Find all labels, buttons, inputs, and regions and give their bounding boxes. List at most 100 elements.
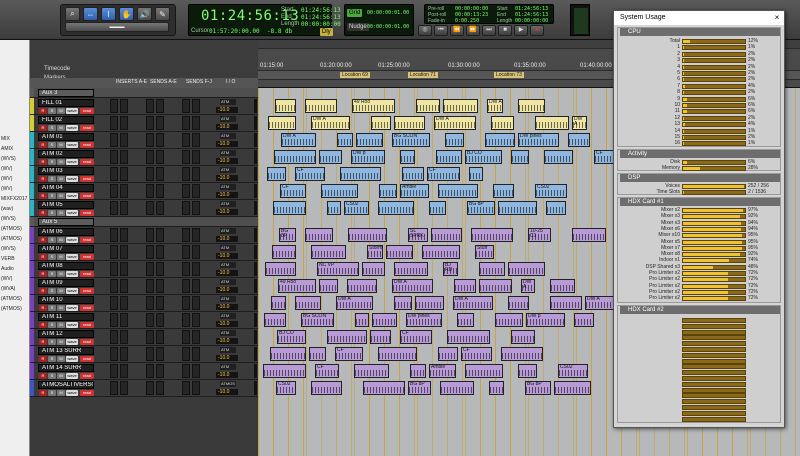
- record-enable-button[interactable]: R: [39, 390, 47, 396]
- insert-slot[interactable]: [156, 245, 164, 259]
- insert-slot[interactable]: [110, 116, 118, 130]
- solo-button[interactable]: S: [48, 356, 56, 362]
- solo-button[interactable]: S: [48, 142, 56, 148]
- audio-track[interactable]: ATM 06 R S Mwave read ATM -10.0: [30, 227, 258, 244]
- insert-slot[interactable]: [110, 364, 118, 378]
- audio-clip[interactable]: CS02: [276, 381, 296, 395]
- track-name[interactable]: ATM 08: [38, 262, 94, 270]
- output-selector[interactable]: ATM: [220, 347, 236, 353]
- view-selector-button[interactable]: wave: [66, 356, 78, 362]
- audio-clip[interactable]: 10-25 C1: [528, 228, 551, 242]
- insert-slot[interactable]: [192, 364, 200, 378]
- audio-clip[interactable]: [348, 228, 387, 242]
- automation-mode-button[interactable]: read: [80, 339, 94, 345]
- insert-slot[interactable]: [182, 262, 190, 276]
- solo-button[interactable]: S: [48, 237, 56, 243]
- smart-tool-icon[interactable]: ▬▬▬: [65, 22, 169, 32]
- audio-clip[interactable]: [550, 296, 582, 310]
- track-name[interactable]: ATM 09: [38, 279, 94, 287]
- track-name[interactable]: ATM 03: [38, 167, 94, 175]
- insert-slot[interactable]: [120, 313, 128, 327]
- insert-slot[interactable]: [192, 184, 200, 198]
- mute-button[interactable]: M: [57, 142, 65, 148]
- audio-track[interactable]: ATM 14 SURR R S Mwave read ATM -10.0: [30, 363, 258, 380]
- automation-mode-button[interactable]: read: [80, 159, 94, 165]
- audio-clip[interactable]: [479, 279, 512, 293]
- audio-clip[interactable]: [319, 279, 338, 293]
- clip-list-item[interactable]: VERB: [1, 256, 15, 262]
- output-selector[interactable]: ATM: [220, 330, 236, 336]
- solo-button[interactable]: S: [48, 271, 56, 277]
- audio-clip[interactable]: DW p: [526, 313, 565, 327]
- audio-track[interactable]: ATM 08 R S Mwave read ATM -10.0: [30, 261, 258, 278]
- location-marker[interactable]: Location 73: [494, 72, 524, 78]
- audio-clip[interactable]: [370, 330, 391, 344]
- automation-mode-button[interactable]: read: [80, 305, 94, 311]
- output-selector[interactable]: ATM: [220, 99, 236, 105]
- track-name[interactable]: FILL 01: [38, 99, 94, 107]
- view-selector-button[interactable]: wave: [66, 288, 78, 294]
- audio-clip[interactable]: [394, 262, 428, 276]
- audio-clip[interactable]: DW pines: [518, 133, 559, 147]
- insert-slot[interactable]: [192, 313, 200, 327]
- audio-clip[interactable]: [443, 99, 478, 113]
- insert-slot[interactable]: [156, 99, 164, 113]
- track-name[interactable]: ATM 05: [38, 201, 94, 209]
- audio-track[interactable]: ATMOSALTIVERS0 R S Mwave read ATMOS -10.0: [30, 380, 258, 397]
- record-enable-button[interactable]: R: [39, 339, 47, 345]
- audio-clip[interactable]: [347, 279, 377, 293]
- output-selector[interactable]: ATM: [220, 245, 236, 251]
- insert-slot[interactable]: [156, 116, 164, 130]
- volume-readout[interactable]: -10.0: [216, 158, 238, 164]
- audio-clip[interactable]: DW A: [281, 133, 316, 147]
- audio-clip[interactable]: BG SCON: [301, 313, 334, 327]
- audio-clip[interactable]: [518, 99, 545, 113]
- automation-mode-button[interactable]: read: [80, 176, 94, 182]
- audio-clip[interactable]: [327, 201, 341, 215]
- insert-slot[interactable]: [192, 262, 200, 276]
- audio-clip[interactable]: DW A: [392, 279, 433, 293]
- audio-clip[interactable]: [321, 184, 358, 198]
- insert-slot[interactable]: [146, 330, 154, 344]
- insert-slot[interactable]: [110, 296, 118, 310]
- insert-slot[interactable]: [156, 296, 164, 310]
- pencil-tool-icon[interactable]: ✎: [155, 7, 170, 21]
- mute-button[interactable]: M: [57, 305, 65, 311]
- audio-clip[interactable]: [572, 228, 606, 242]
- audio-clip[interactable]: 49 Roo: [352, 99, 395, 113]
- audio-track[interactable]: FILL 02 R S Mwave read ATM -10.0: [30, 115, 258, 132]
- insert-slot[interactable]: [182, 228, 190, 242]
- insert-slot[interactable]: [146, 116, 154, 130]
- audio-clip[interactable]: [270, 347, 306, 361]
- view-selector-button[interactable]: wave: [66, 339, 78, 345]
- insert-slot[interactable]: [182, 184, 190, 198]
- volume-readout[interactable]: -10.0: [216, 192, 238, 198]
- audio-clip[interactable]: [272, 245, 296, 259]
- solo-button[interactable]: S: [48, 305, 56, 311]
- audio-clip[interactable]: CF: [315, 364, 339, 378]
- insert-slot[interactable]: [110, 228, 118, 242]
- volume-readout[interactable]: -10.0: [216, 124, 238, 130]
- track-name[interactable]: FILL 02: [38, 116, 94, 124]
- clip-list-item[interactable]: MIXFX2017: [1, 196, 27, 202]
- insert-slot[interactable]: [120, 167, 128, 181]
- automation-mode-button[interactable]: read: [80, 210, 94, 216]
- fadein-value[interactable]: 0:00.250: [455, 18, 479, 24]
- track-name[interactable]: ATMOSALTIVERS0: [38, 381, 94, 389]
- insert-slot[interactable]: [192, 116, 200, 130]
- track-name[interactable]: ATM 06: [38, 228, 94, 236]
- clip-list-item[interactable]: (wav): [1, 206, 13, 212]
- track-name[interactable]: Aux 3: [38, 89, 94, 97]
- volume-readout[interactable]: -10.0: [216, 141, 238, 147]
- audio-clip[interactable]: [273, 201, 306, 215]
- audio-clip[interactable]: [431, 228, 462, 242]
- insert-slot[interactable]: [182, 347, 190, 361]
- audio-clip[interactable]: [445, 133, 464, 147]
- volume-readout[interactable]: -10.0: [216, 175, 238, 181]
- audio-clip[interactable]: CF: [427, 167, 460, 181]
- insert-slot[interactable]: [146, 347, 154, 361]
- audio-clip[interactable]: [386, 245, 413, 259]
- view-selector-button[interactable]: wave: [66, 142, 78, 148]
- output-selector[interactable]: ATM: [220, 116, 236, 122]
- volume-readout[interactable]: -10.0: [216, 372, 238, 378]
